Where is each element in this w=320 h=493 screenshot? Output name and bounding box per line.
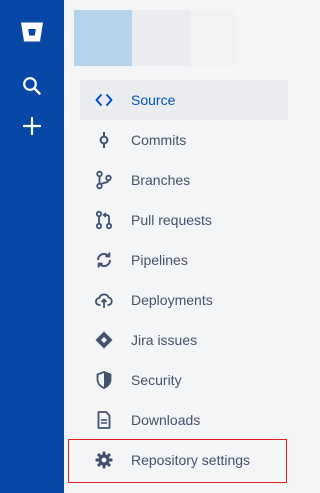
sidebar-item-security[interactable]: Security <box>80 360 288 400</box>
sidebar-item-label: Jira issues <box>131 332 198 348</box>
bitbucket-logo-icon[interactable] <box>14 14 50 50</box>
avatar-block <box>74 10 132 66</box>
gear-icon <box>94 450 114 470</box>
sidebar-item-jira-issues[interactable]: Jira issues <box>80 320 288 360</box>
shield-icon <box>94 370 114 390</box>
pipelines-icon <box>94 250 114 270</box>
code-icon <box>94 90 114 110</box>
sidebar-item-label: Pull requests <box>131 212 212 228</box>
sidebar-item-label: Downloads <box>131 412 201 428</box>
jira-icon <box>94 330 114 350</box>
sidebar-item-label: Repository settings <box>131 452 251 468</box>
search-icon[interactable] <box>14 68 50 104</box>
global-nav <box>0 0 64 493</box>
sidebar-item-downloads[interactable]: Downloads <box>80 400 288 440</box>
sidebar-item-branches[interactable]: Branches <box>80 160 288 200</box>
sidebar-item-label: Branches <box>131 172 191 188</box>
commit-icon <box>94 130 114 150</box>
repository-avatar[interactable] <box>74 10 236 66</box>
sidebar-item-label: Source <box>131 92 176 108</box>
sidebar-item-commits[interactable]: Commits <box>80 120 288 160</box>
cloud-upload-icon <box>94 290 114 310</box>
branch-icon <box>94 170 114 190</box>
sidebar-item-label: Security <box>131 372 182 388</box>
sidebar-item-pipelines[interactable]: Pipelines <box>80 240 288 280</box>
sidebar-item-label: Pipelines <box>131 252 188 268</box>
sidebar-item-repository-settings[interactable]: Repository settings <box>80 440 288 480</box>
sidebar-item-deployments[interactable]: Deployments <box>80 280 288 320</box>
sidebar-item-pull-requests[interactable]: Pull requests <box>80 200 288 240</box>
pull-request-icon <box>94 210 114 230</box>
sidebar-item-label: Deployments <box>131 292 213 308</box>
create-plus-icon[interactable] <box>14 108 50 144</box>
sidebar-item-source[interactable]: Source <box>80 80 288 120</box>
sidebar-item-label: Commits <box>131 132 187 148</box>
avatar-block <box>132 10 190 66</box>
avatar-block <box>190 10 236 66</box>
repository-sidebar: Source Commits Branches Pull requests Pi… <box>64 0 299 493</box>
sidebar-menu: Source Commits Branches Pull requests Pi… <box>80 80 288 480</box>
document-icon <box>94 410 114 430</box>
